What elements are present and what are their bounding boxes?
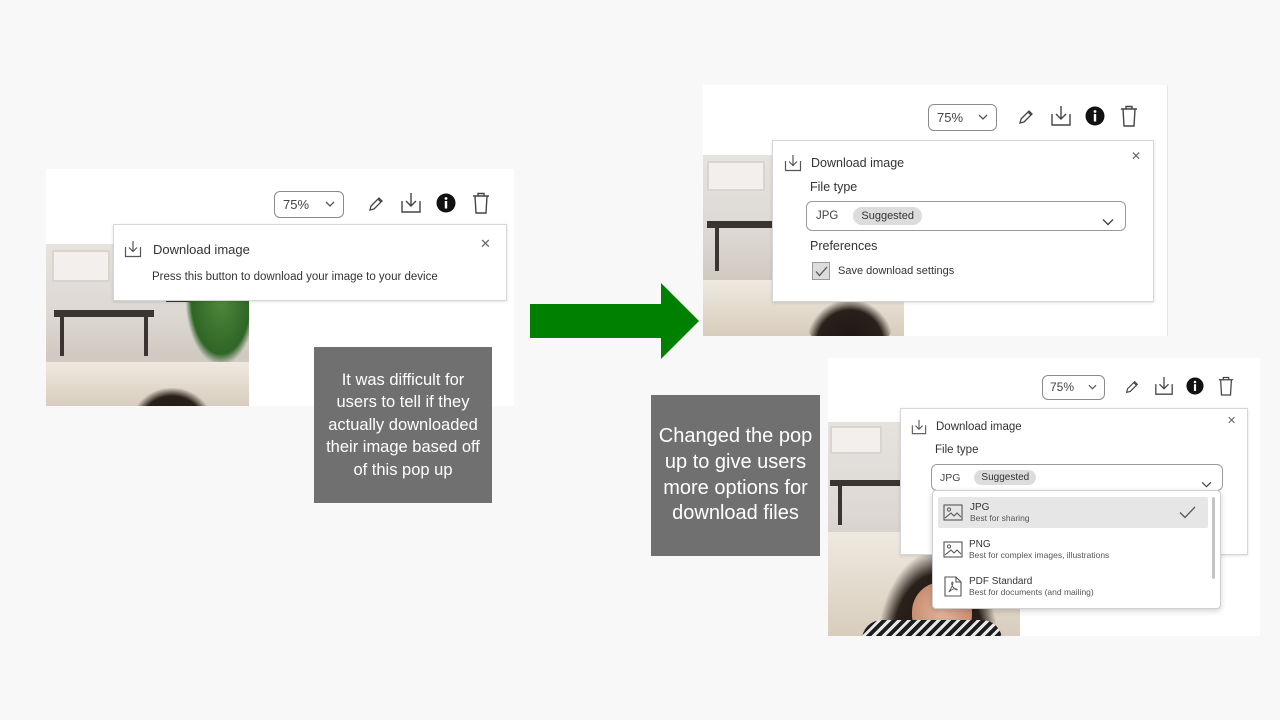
option-png[interactable]: PNG Best for complex images, illustratio… — [938, 534, 1208, 565]
popup-title: Download image — [811, 156, 905, 170]
info-icon[interactable] — [1185, 376, 1205, 396]
close-icon[interactable]: ✕ — [480, 237, 491, 250]
option-name: PDF Standard — [969, 575, 1033, 587]
chevron-down-icon — [1102, 213, 1114, 231]
option-name: JPG — [970, 501, 990, 513]
chevron-down-icon — [978, 111, 988, 123]
download-icon — [911, 419, 929, 435]
popup-description: Press this button to download your image… — [152, 271, 438, 283]
suggested-badge: Suggested — [853, 207, 922, 225]
toolbar: 75% — [928, 103, 1148, 131]
option-jpg[interactable]: JPG Best for sharing — [938, 497, 1208, 528]
zoom-select[interactable]: 75% — [928, 103, 997, 131]
chevron-down-icon — [325, 198, 335, 210]
file-type-label: File type — [935, 444, 979, 456]
download-icon[interactable] — [1049, 104, 1073, 128]
image-icon — [943, 504, 963, 521]
download-icon[interactable] — [399, 191, 423, 215]
download-popup-original: Download image ✕ Press this button to do… — [113, 224, 507, 301]
checkbox-label: Save download settings — [838, 265, 955, 277]
option-name: PNG — [969, 538, 991, 550]
save-settings-checkbox[interactable]: Save download settings — [812, 262, 954, 280]
before-annotation: It was difficult for users to tell if th… — [314, 347, 492, 503]
download-icon[interactable] — [1153, 375, 1175, 397]
toolbar: 75% — [274, 190, 494, 218]
after-annotation: Changed the pop up to give users more op… — [651, 395, 820, 556]
pdf-icon — [944, 576, 962, 597]
check-icon — [1179, 506, 1196, 524]
info-icon[interactable] — [435, 192, 457, 214]
image-icon — [943, 541, 963, 558]
option-description: Best for complex images, illustrations — [969, 549, 1110, 560]
file-type-select[interactable]: JPG Suggested — [931, 464, 1223, 491]
info-icon[interactable] — [1084, 105, 1106, 127]
trash-icon[interactable] — [470, 191, 492, 215]
file-type-label: File type — [810, 180, 858, 194]
popup-title: Download image — [936, 421, 1022, 433]
dropdown-scrollbar[interactable] — [1212, 497, 1215, 579]
close-icon[interactable]: ✕ — [1131, 150, 1141, 162]
preferences-label: Preferences — [810, 239, 878, 253]
chevron-down-icon — [1088, 381, 1097, 393]
file-type-select[interactable]: JPG Suggested — [806, 201, 1126, 231]
zoom-value: 75% — [1050, 380, 1075, 394]
file-type-dropdown-list: JPG Best for sharing PNG Best for comple… — [932, 490, 1221, 609]
toolbar: 75% — [1042, 374, 1242, 400]
pencil-icon[interactable] — [1016, 106, 1036, 128]
option-description: Best for documents (and mailing) — [969, 586, 1094, 597]
zoom-select[interactable]: 75% — [1042, 374, 1105, 400]
transition-arrow — [530, 283, 700, 359]
download-popup-redesigned: Download image ✕ File type JPG Suggested… — [772, 140, 1154, 302]
zoom-value: 75% — [937, 109, 964, 125]
option-pdf-standard[interactable]: PDF Standard Best for documents (and mai… — [938, 571, 1208, 602]
zoom-value: 75% — [283, 196, 310, 212]
select-value: JPG — [816, 210, 839, 222]
download-icon — [784, 154, 804, 172]
trash-icon[interactable] — [1216, 375, 1236, 397]
pencil-icon[interactable] — [1123, 377, 1141, 397]
select-value: JPG — [940, 471, 961, 484]
suggested-badge: Suggested — [974, 470, 1037, 485]
pencil-icon[interactable] — [366, 193, 386, 215]
option-description: Best for sharing — [970, 512, 1030, 523]
trash-icon[interactable] — [1118, 104, 1140, 128]
close-icon[interactable]: ✕ — [1227, 416, 1236, 427]
check-icon[interactable] — [812, 262, 830, 280]
download-icon — [124, 240, 144, 258]
popup-title: Download image — [153, 241, 250, 257]
zoom-select[interactable]: 75% — [274, 190, 344, 218]
